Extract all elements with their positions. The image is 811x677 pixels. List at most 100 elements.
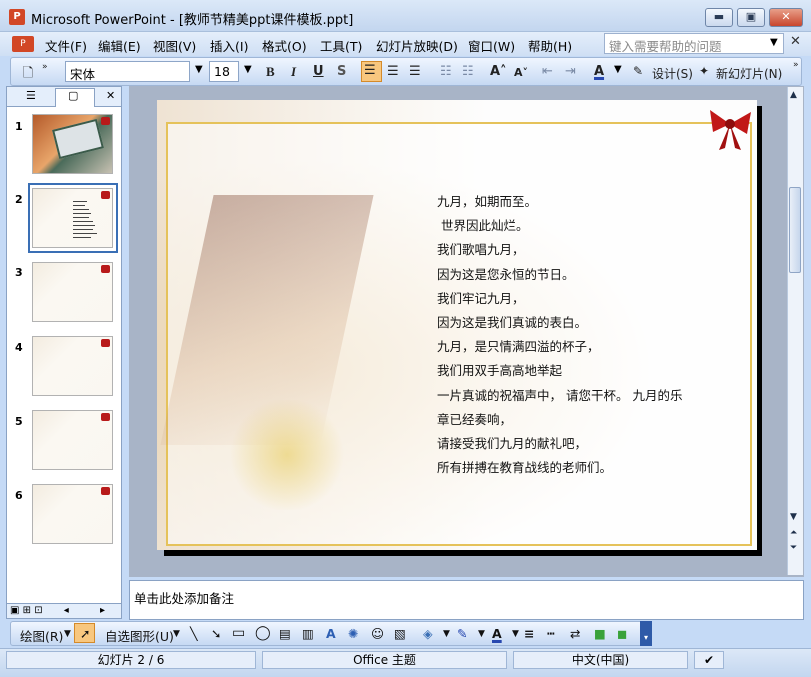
poem-line: 我们歌唱九月， [437, 242, 525, 258]
close-button[interactable]: ✕ [769, 8, 803, 27]
help-search-input[interactable]: 键入需要帮助的问题 [604, 33, 784, 54]
slide-text-box[interactable]: 九月，如期而至。 世界因此灿烂。 我们歌唱九月， 因为这是您永恒的节日。 我们牢… [437, 190, 707, 480]
chevron-down-icon[interactable]: ▼ [478, 629, 485, 639]
vertical-textbox-icon[interactable]: ▥ [302, 626, 314, 641]
tab-outline[interactable]: ☰ [26, 89, 36, 102]
slide-thumbnail-2[interactable] [32, 188, 113, 248]
menu-file[interactable]: 文件(F) [45, 36, 87, 55]
line-style-icon[interactable]: ≡ [524, 626, 534, 641]
slide-sorter-icon[interactable]: ⊞ [23, 605, 31, 616]
chevron-down-icon[interactable]: ▼ [443, 629, 450, 639]
increase-indent-icon[interactable]: ⇥ [565, 64, 576, 79]
thumbnail-card-image [52, 118, 104, 160]
decrease-font-icon[interactable]: A˅ [514, 66, 528, 79]
language-indicator: 中文(中国) [513, 651, 688, 669]
line-color-icon[interactable]: ✎ [457, 626, 467, 641]
normal-view-icon[interactable]: ▣ [10, 605, 19, 616]
vertical-scrollbar[interactable] [787, 87, 803, 575]
poem-line: 所有拼搏在教育战线的老师们。 [437, 460, 613, 476]
increase-font-icon[interactable]: A˄ [490, 64, 507, 79]
shadow-button[interactable]: S [337, 64, 346, 79]
notes-pane[interactable]: 单击此处添加备注 [129, 580, 804, 620]
previous-slide-icon[interactable]: ⏶ [790, 528, 797, 538]
diagram-icon[interactable]: ✺ [348, 626, 358, 641]
chevron-down-icon[interactable]: ▼ [173, 629, 180, 639]
menu-insert[interactable]: 插入(I) [210, 36, 248, 55]
align-center-icon[interactable]: ☰ [387, 64, 399, 79]
scroll-right-icon[interactable]: ▸ [100, 605, 105, 616]
underline-button[interactable]: U [313, 64, 324, 79]
chevron-down-icon[interactable]: ▼ [244, 64, 252, 75]
menu-tools[interactable]: 工具(T) [320, 36, 362, 55]
decrease-indent-icon[interactable]: ⇤ [542, 64, 553, 79]
poem-line: 世界因此灿烂。 [437, 218, 529, 234]
font-color-icon[interactable]: A [594, 64, 604, 79]
shadow-style-icon[interactable]: ■ [594, 626, 606, 641]
slide-thumbnail-6[interactable] [32, 484, 113, 544]
font-name-combo[interactable]: 宋体 [65, 61, 190, 82]
spelling-check-icon[interactable]: ✔ [694, 651, 724, 669]
theme-name: Office 主题 [262, 651, 507, 669]
menu-window[interactable]: 窗口(W) [468, 36, 515, 55]
font-color-icon[interactable]: A [492, 626, 502, 641]
close-panel-icon[interactable]: ✕ [106, 89, 115, 102]
scroll-left-icon[interactable]: ◂ [64, 605, 69, 616]
wordart-icon[interactable]: A [326, 626, 336, 641]
design-button[interactable]: 设计(S) [652, 65, 693, 82]
autoshapes-button[interactable]: 自选图形(U) [105, 626, 174, 645]
numbering-icon[interactable]: ☷ [440, 64, 452, 79]
slide-thumbnail-1[interactable] [32, 114, 113, 174]
align-right-icon[interactable]: ☰ [409, 64, 421, 79]
dash-style-icon[interactable]: ┅ [547, 626, 555, 641]
italic-button[interactable]: I [291, 64, 296, 80]
fill-color-icon[interactable]: ◈ [423, 626, 433, 641]
maple-leaf-image [227, 400, 347, 510]
chevron-down-icon[interactable]: ▼ [614, 64, 622, 75]
rectangle-icon[interactable]: ▭ [232, 625, 245, 641]
toolbar-options-icon[interactable]: » [793, 60, 799, 70]
picture-icon[interactable]: ▧ [394, 626, 406, 641]
textbox-icon[interactable]: ▤ [279, 626, 291, 641]
menu-slideshow[interactable]: 幻灯片放映(D) [376, 36, 458, 55]
scroll-down-icon[interactable]: ▼ [790, 512, 797, 522]
poem-line: 九月，是只情满四溢的杯子， [437, 339, 600, 355]
close-document-icon[interactable]: ✕ [790, 34, 801, 49]
chevron-down-icon[interactable]: ▼ [512, 629, 519, 639]
poem-line: 因为这是我们真诚的表白。 [437, 315, 588, 331]
current-slide[interactable]: 九月，如期而至。 世界因此灿烂。 我们歌唱九月， 因为这是您永恒的节日。 我们牢… [157, 100, 757, 550]
new-slide-button[interactable]: 新幻灯片(N) [716, 65, 782, 82]
line-icon[interactable]: ╲ [190, 626, 198, 641]
next-slide-icon[interactable]: ⏷ [790, 543, 797, 553]
poem-line: 因为这是您永恒的节日。 [437, 266, 575, 282]
document-icon[interactable]: P [12, 36, 34, 52]
new-document-icon[interactable]: 🗋 [20, 64, 36, 86]
3d-style-icon[interactable]: ◼ [617, 626, 627, 641]
slide-thumbnail-5[interactable] [32, 410, 113, 470]
menu-format[interactable]: 格式(O) [262, 36, 307, 55]
slide-thumbnail-4[interactable] [32, 336, 113, 396]
toolbar-options-icon[interactable]: ▾ [640, 621, 652, 646]
maximize-button[interactable]: ▣ [737, 8, 765, 27]
oval-icon[interactable]: ◯ [255, 625, 271, 641]
slideshow-icon[interactable]: ⊡ [34, 605, 42, 616]
menu-edit[interactable]: 编辑(E) [98, 36, 141, 55]
minimize-button[interactable]: ▬ [705, 8, 733, 27]
draw-menu-button[interactable]: 绘图(R) [20, 626, 63, 645]
bullets-icon[interactable]: ☷ [462, 64, 474, 79]
design-icon: ✎ [633, 64, 644, 78]
scrollbar-thumb[interactable] [789, 187, 801, 273]
menu-help[interactable]: 帮助(H) [528, 36, 572, 55]
toolbar-overflow-icon[interactable]: » [42, 62, 48, 72]
chevron-down-icon[interactable]: ▼ [195, 64, 203, 75]
bold-button[interactable]: B [266, 64, 275, 80]
font-size-combo[interactable]: 18 [209, 61, 239, 82]
chevron-down-icon[interactable]: ▼ [64, 629, 71, 639]
menu-view[interactable]: 视图(V) [153, 36, 196, 55]
chevron-down-icon[interactable]: ▼ [770, 37, 778, 48]
view-buttons-bar: ▣ ⊞ ⊡ ◂ ▸ [6, 603, 122, 619]
slide-thumbnail-3[interactable] [32, 262, 113, 322]
scroll-up-icon[interactable]: ▲ [790, 90, 797, 100]
arrow-icon[interactable]: ➘ [211, 626, 221, 641]
arrow-style-icon[interactable]: ⇄ [570, 626, 580, 641]
clipart-icon[interactable]: ☺ [371, 626, 384, 641]
